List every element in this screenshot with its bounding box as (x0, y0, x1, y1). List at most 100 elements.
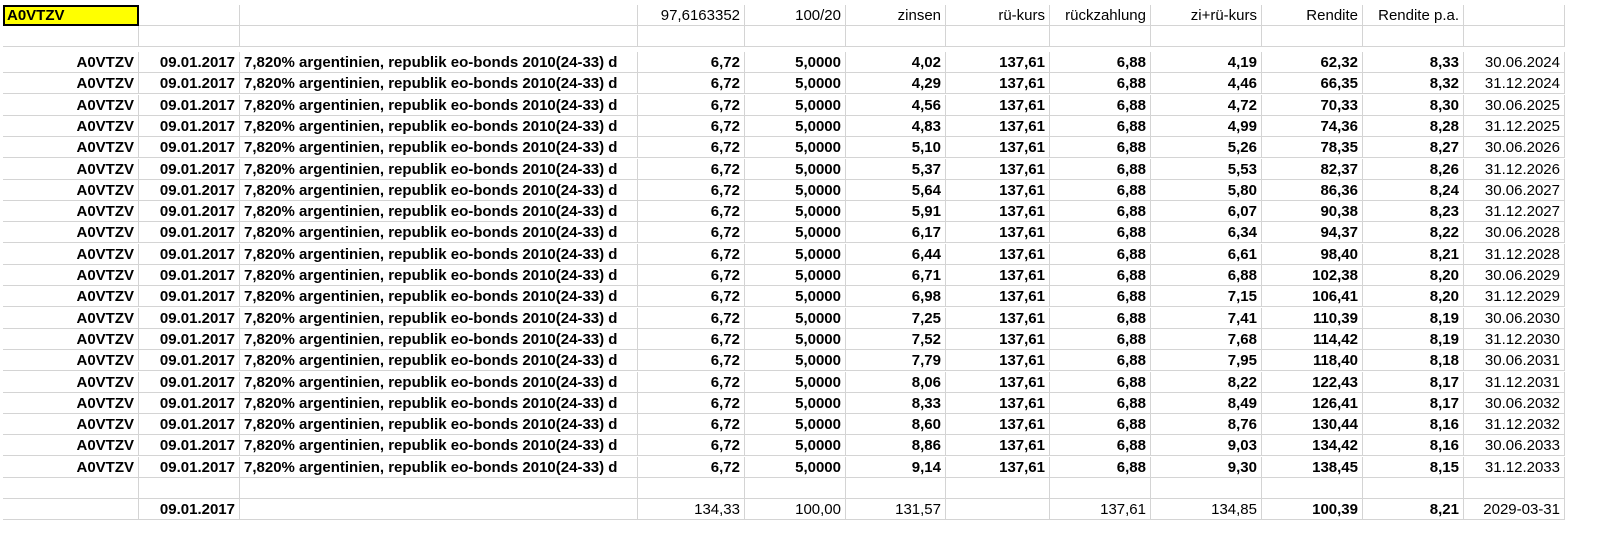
cell-zinsen[interactable]: 9,14 (846, 457, 946, 478)
cell-date[interactable]: 09.01.2017 (139, 244, 240, 265)
cell-zi-rue[interactable]: 4,99 (1151, 116, 1262, 137)
cell-date[interactable]: 09.01.2017 (139, 393, 240, 414)
blank-cell[interactable] (240, 478, 638, 499)
cell-rendite[interactable]: 130,44 (1262, 414, 1363, 435)
cell-rue-kurs[interactable]: 137,61 (946, 329, 1050, 350)
cell-date[interactable]: 09.01.2017 (139, 329, 240, 350)
cell-wkn[interactable]: A0VTZV (3, 308, 139, 329)
cell-rendite-pa[interactable]: 8,26 (1363, 159, 1464, 180)
blank-cell[interactable] (946, 478, 1050, 499)
cell-date[interactable]: 09.01.2017 (139, 286, 240, 307)
blank-cell[interactable] (846, 26, 946, 47)
cell-kurs[interactable]: 6,72 (638, 435, 745, 456)
cell-datum[interactable]: 31.12.2029 (1464, 286, 1565, 307)
cell-kurs[interactable]: 6,72 (638, 372, 745, 393)
header-cell-price[interactable]: 97,6163352 (638, 5, 745, 26)
cell-wkn[interactable]: A0VTZV (3, 435, 139, 456)
header-cell-rendite[interactable]: Rendite (1262, 5, 1363, 26)
totals-cell-zi-rue[interactable]: 134,85 (1151, 499, 1262, 520)
cell-kurs[interactable]: 6,72 (638, 180, 745, 201)
cell-wkn[interactable]: A0VTZV (3, 265, 139, 286)
cell-rendite[interactable]: 118,40 (1262, 350, 1363, 371)
cell-rendite[interactable]: 86,36 (1262, 180, 1363, 201)
blank-cell[interactable] (638, 478, 745, 499)
cell-zinsen[interactable]: 5,64 (846, 180, 946, 201)
cell-rendite-pa[interactable]: 8,33 (1363, 52, 1464, 73)
cell-zi-rue[interactable]: 7,41 (1151, 308, 1262, 329)
totals-cell-rendite-pa[interactable]: 8,21 (1363, 499, 1464, 520)
cell-rue-kurs[interactable]: 137,61 (946, 180, 1050, 201)
cell-rueckzahlung[interactable]: 6,88 (1050, 457, 1151, 478)
cell-rendite-pa[interactable]: 8,17 (1363, 393, 1464, 414)
cell-ratio[interactable]: 5,0000 (745, 457, 846, 478)
cell-ratio[interactable]: 5,0000 (745, 308, 846, 329)
totals-cell-zinsen[interactable]: 131,57 (846, 499, 946, 520)
cell-rendite-pa[interactable]: 8,21 (1363, 244, 1464, 265)
cell-wkn[interactable]: A0VTZV (3, 95, 139, 116)
header-cell-wkn[interactable]: A0VTZV (3, 5, 139, 26)
cell-date[interactable]: 09.01.2017 (139, 73, 240, 94)
cell-wkn[interactable]: A0VTZV (3, 222, 139, 243)
cell-kurs[interactable]: 6,72 (638, 137, 745, 158)
cell-zinsen[interactable]: 5,91 (846, 201, 946, 222)
cell-zi-rue[interactable]: 9,03 (1151, 435, 1262, 456)
cell-wkn[interactable]: A0VTZV (3, 73, 139, 94)
cell-zi-rue[interactable]: 7,15 (1151, 286, 1262, 307)
cell-ratio[interactable]: 5,0000 (745, 435, 846, 456)
cell-zi-rue[interactable]: 6,88 (1151, 265, 1262, 286)
cell-zinsen[interactable]: 7,79 (846, 350, 946, 371)
header-cell-b[interactable] (139, 5, 240, 26)
blank-cell[interactable] (1151, 478, 1262, 499)
cell-zinsen[interactable]: 6,44 (846, 244, 946, 265)
blank-cell[interactable] (139, 26, 240, 47)
cell-rendite-pa[interactable]: 8,20 (1363, 265, 1464, 286)
cell-rue-kurs[interactable]: 137,61 (946, 137, 1050, 158)
cell-datum[interactable]: 31.12.2028 (1464, 244, 1565, 265)
cell-kurs[interactable]: 6,72 (638, 414, 745, 435)
cell-bond-name[interactable]: 7,820% argentinien, republik eo-bonds 20… (240, 393, 638, 414)
cell-rue-kurs[interactable]: 137,61 (946, 52, 1050, 73)
totals-cell-date[interactable]: 09.01.2017 (139, 499, 240, 520)
blank-cell[interactable] (1050, 26, 1151, 47)
cell-wkn[interactable]: A0VTZV (3, 116, 139, 137)
cell-ratio[interactable]: 5,0000 (745, 180, 846, 201)
cell-datum[interactable]: 31.12.2027 (1464, 201, 1565, 222)
cell-datum[interactable]: 30.06.2033 (1464, 435, 1565, 456)
cell-wkn[interactable]: A0VTZV (3, 52, 139, 73)
blank-cell[interactable] (1262, 26, 1363, 47)
header-cell-c[interactable] (240, 5, 638, 26)
cell-rue-kurs[interactable]: 137,61 (946, 435, 1050, 456)
cell-zi-rue[interactable]: 5,53 (1151, 159, 1262, 180)
cell-kurs[interactable]: 6,72 (638, 52, 745, 73)
cell-rendite-pa[interactable]: 8,27 (1363, 137, 1464, 158)
cell-rendite[interactable]: 82,37 (1262, 159, 1363, 180)
cell-bond-name[interactable]: 7,820% argentinien, republik eo-bonds 20… (240, 137, 638, 158)
cell-datum[interactable]: 31.12.2032 (1464, 414, 1565, 435)
cell-wkn[interactable]: A0VTZV (3, 286, 139, 307)
cell-rue-kurs[interactable]: 137,61 (946, 372, 1050, 393)
cell-bond-name[interactable]: 7,820% argentinien, republik eo-bonds 20… (240, 414, 638, 435)
cell-rendite[interactable]: 138,45 (1262, 457, 1363, 478)
blank-cell[interactable] (1363, 26, 1464, 47)
cell-kurs[interactable]: 6,72 (638, 457, 745, 478)
cell-rueckzahlung[interactable]: 6,88 (1050, 286, 1151, 307)
cell-wkn[interactable]: A0VTZV (3, 350, 139, 371)
cell-ratio[interactable]: 5,0000 (745, 372, 846, 393)
cell-bond-name[interactable]: 7,820% argentinien, republik eo-bonds 20… (240, 265, 638, 286)
cell-rueckzahlung[interactable]: 6,88 (1050, 308, 1151, 329)
cell-date[interactable]: 09.01.2017 (139, 222, 240, 243)
blank-cell[interactable] (1363, 478, 1464, 499)
cell-kurs[interactable]: 6,72 (638, 159, 745, 180)
cell-rendite[interactable]: 122,43 (1262, 372, 1363, 393)
totals-cell-kurs[interactable]: 134,33 (638, 499, 745, 520)
cell-datum[interactable]: 30.06.2026 (1464, 137, 1565, 158)
cell-kurs[interactable]: 6,72 (638, 286, 745, 307)
cell-rue-kurs[interactable]: 137,61 (946, 393, 1050, 414)
cell-rendite-pa[interactable]: 8,16 (1363, 414, 1464, 435)
cell-zinsen[interactable]: 7,25 (846, 308, 946, 329)
cell-zi-rue[interactable]: 9,30 (1151, 457, 1262, 478)
cell-rendite-pa[interactable]: 8,22 (1363, 222, 1464, 243)
blank-cell[interactable] (1151, 26, 1262, 47)
cell-rue-kurs[interactable]: 137,61 (946, 159, 1050, 180)
cell-ratio[interactable]: 5,0000 (745, 116, 846, 137)
